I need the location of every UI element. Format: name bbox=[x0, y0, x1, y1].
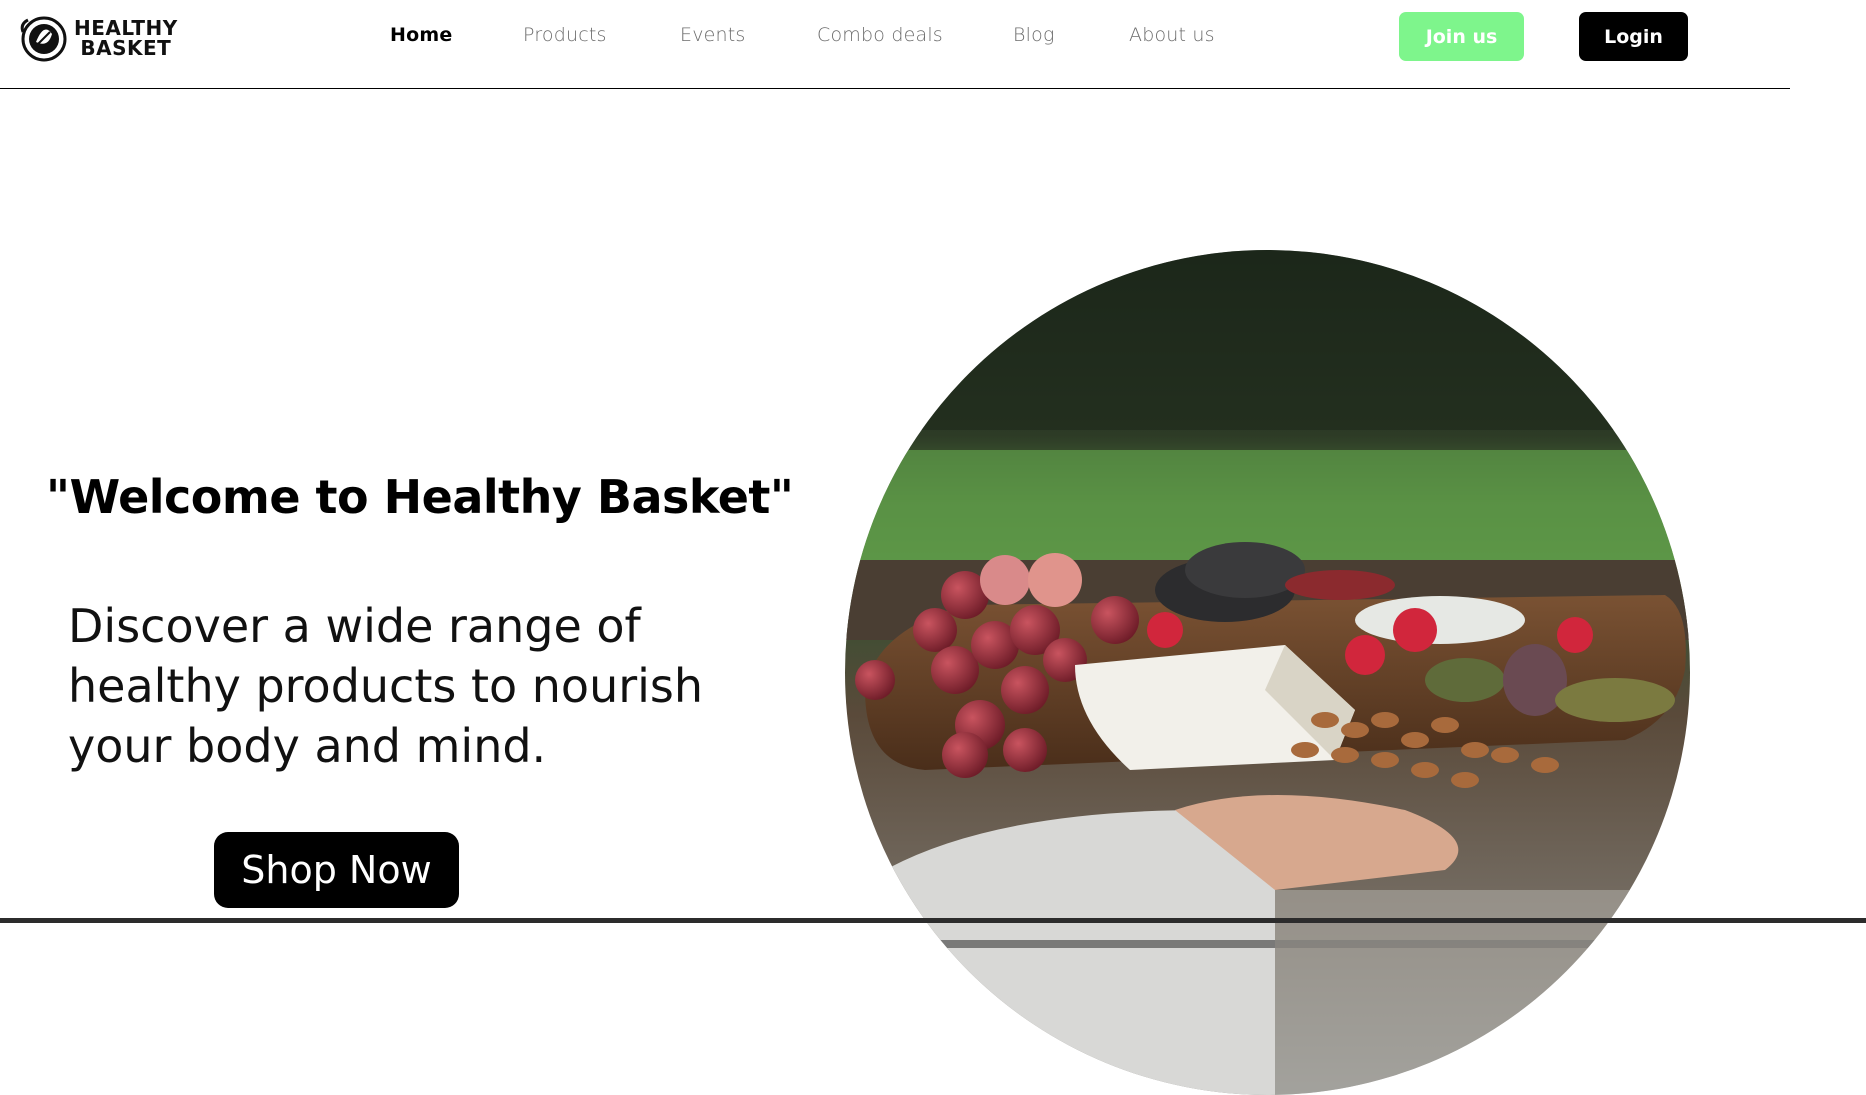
join-us-button[interactable]: Join us bbox=[1399, 12, 1524, 61]
brand-name: HEALTHY BASKET bbox=[74, 18, 178, 58]
nav-blog[interactable]: Blog bbox=[1013, 24, 1055, 46]
brand-name-line2: BASKET bbox=[80, 36, 172, 60]
nav-combo-deals[interactable]: Combo deals bbox=[817, 24, 943, 46]
nav-products[interactable]: Products bbox=[523, 24, 607, 46]
leaf-basket-icon bbox=[20, 16, 67, 62]
brand-name-line1: HEALTHY bbox=[74, 16, 178, 40]
platter-illustration bbox=[845, 250, 1690, 1095]
shop-now-button[interactable]: Shop Now bbox=[214, 832, 459, 908]
bottom-edge-strip bbox=[0, 918, 1866, 923]
nav-home[interactable]: Home bbox=[390, 24, 452, 46]
brand-logo[interactable]: HEALTHY BASKET bbox=[18, 14, 178, 62]
nav-events[interactable]: Events bbox=[680, 24, 746, 46]
nav-about-us[interactable]: About us bbox=[1129, 24, 1215, 46]
top-navbar: HEALTHY BASKET Home Products Events Comb… bbox=[0, 0, 1790, 89]
cheese-platter-photo bbox=[845, 250, 1690, 1095]
login-button[interactable]: Login bbox=[1579, 12, 1688, 61]
hero-title: "Welcome to Healthy Basket" bbox=[46, 470, 794, 524]
hero-description: Discover a wide range of healthy product… bbox=[68, 599, 704, 773]
